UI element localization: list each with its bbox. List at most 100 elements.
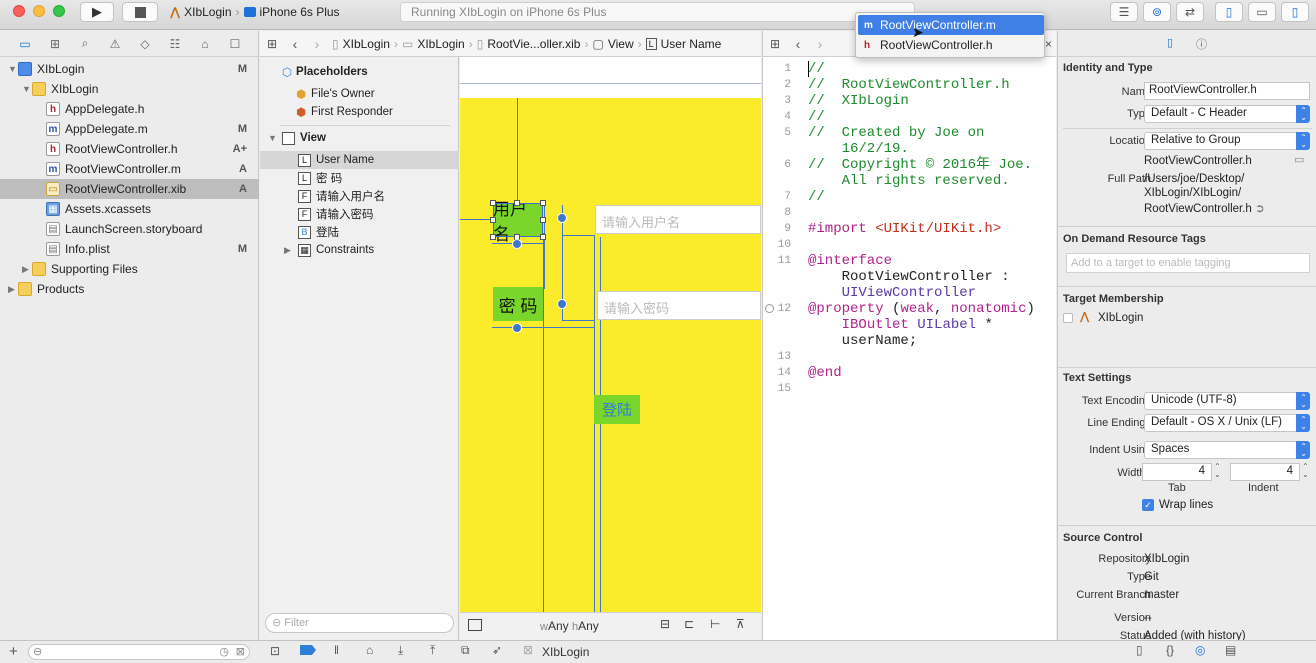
- menu-item-rootviewcontroller-m[interactable]: m RootViewController.m: [858, 15, 1044, 35]
- report-icon[interactable]: ☐: [220, 37, 250, 51]
- constraint-handle[interactable]: [557, 213, 567, 223]
- disclosure-open-icon[interactable]: ▼: [8, 64, 18, 74]
- code-snippet-icon[interactable]: {}: [1166, 643, 1174, 657]
- source-editor[interactable]: 1 // 2 // RootViewController.h 3 // XIbLogin 4…: [762, 57, 1056, 640]
- outline-item[interactable]: ▶ ▦ Constraints: [260, 241, 459, 259]
- navigator-filter-input[interactable]: ⊖ ◷ ⊠: [28, 644, 250, 660]
- jump-item-view[interactable]: ▢ View: [592, 37, 633, 51]
- file-tree-item[interactable]: ▭ RootViewController.xib A: [0, 179, 259, 199]
- step-in-icon[interactable]: ⤓: [398, 643, 403, 658]
- odr-tags-field[interactable]: Add to a target to enable tagging: [1066, 253, 1310, 273]
- file-tree-item[interactable]: ▤ LaunchScreen.storyboard: [0, 219, 259, 239]
- search-icon[interactable]: ⌕: [70, 36, 100, 51]
- step-out-icon[interactable]: ⤒: [430, 643, 435, 658]
- size-class-control[interactable]: wAny hAny: [540, 619, 599, 633]
- test-icon[interactable]: ◇: [130, 37, 160, 51]
- type-select[interactable]: Default - C Header ⌃ ⌄: [1144, 105, 1310, 123]
- disclosure-closed-icon[interactable]: ▶: [284, 245, 298, 256]
- close-icon[interactable]: ×: [1045, 37, 1052, 51]
- location-icon[interactable]: ➶: [492, 643, 502, 657]
- indent-using-select[interactable]: Spaces ⌃ ⌄: [1144, 441, 1310, 459]
- outline-files-owner[interactable]: ⬢ File's Owner: [260, 85, 459, 103]
- location-select[interactable]: Relative to Group ⌃ ⌄: [1144, 132, 1310, 150]
- constraint-handle[interactable]: [512, 323, 522, 333]
- toggle-utilities-button[interactable]: ▯: [1281, 2, 1309, 22]
- add-icon[interactable]: +: [9, 643, 18, 660]
- outline-item[interactable]: F 请输入密码: [260, 205, 459, 223]
- standard-editor-button[interactable]: ☰: [1110, 2, 1138, 22]
- password-field[interactable]: 请输入密码: [597, 291, 761, 320]
- outlet-connection-icon[interactable]: [765, 304, 774, 313]
- file-tree-item[interactable]: ▼ XIbLogin: [0, 79, 259, 99]
- recent-icon[interactable]: ◷: [219, 645, 229, 658]
- pause-icon[interactable]: ‖: [334, 643, 339, 657]
- menu-item-rootviewcontroller-h[interactable]: h RootViewController.h: [858, 35, 1044, 55]
- step-over-icon[interactable]: ⌂: [366, 643, 373, 657]
- symbol-icon[interactable]: ⊞: [40, 37, 70, 51]
- file-template-icon[interactable]: ▯: [1136, 643, 1143, 657]
- outline-item[interactable]: L User Name: [260, 151, 459, 169]
- jump-item-project[interactable]: ▯ XIbLogin: [332, 37, 390, 51]
- assistant-editor-button[interactable]: ⊚: [1143, 2, 1171, 22]
- hide-debug-icon[interactable]: ⊡: [270, 644, 280, 658]
- pin-icon[interactable]: ⊢: [710, 617, 720, 631]
- username-field[interactable]: 请输入用户名: [595, 205, 761, 234]
- zoom-window-button[interactable]: [53, 5, 65, 17]
- stop-button[interactable]: [122, 2, 158, 22]
- file-tree-item[interactable]: ▦ Assets.xcassets: [0, 199, 259, 219]
- disclosure-open-icon[interactable]: ▼: [22, 84, 32, 94]
- jump-item-label[interactable]: L User Name: [645, 37, 721, 51]
- align-icon[interactable]: ⊏: [684, 617, 694, 631]
- run-button[interactable]: ▶: [80, 2, 114, 22]
- password-label[interactable]: 密 码: [493, 287, 543, 321]
- object-library-icon[interactable]: ◎: [1195, 643, 1205, 657]
- outline-filter-input[interactable]: ⊖ Filter: [265, 613, 454, 633]
- file-tree-item[interactable]: ▶ Supporting Files: [0, 259, 259, 279]
- login-button[interactable]: 登陆: [594, 395, 640, 424]
- outline-item[interactable]: L密 码: [260, 169, 459, 187]
- quick-help-icon[interactable]: ⓘ: [1196, 36, 1207, 52]
- debug-icon[interactable]: ☷: [160, 37, 190, 51]
- warning-icon[interactable]: ⚠: [100, 37, 130, 51]
- minimize-window-button[interactable]: [33, 5, 45, 17]
- jump-item-file[interactable]: ▯ RootVie...oller.xib: [477, 37, 581, 51]
- file-tree-item[interactable]: m RootViewController.m A: [0, 159, 259, 179]
- line-endings-select[interactable]: Default - OS X / Unix (LF) ⌃ ⌄: [1144, 414, 1310, 432]
- related-items-icon[interactable]: ⊞: [763, 37, 787, 51]
- jump-item-group[interactable]: ▭ XIbLogin: [402, 37, 465, 51]
- folder-icon[interactable]: ▭: [10, 37, 40, 51]
- breakpoints-toggle-icon[interactable]: [300, 645, 316, 655]
- scheme-selector[interactable]: ⋀ XIbLogin › iPhone 6s Plus: [170, 2, 340, 22]
- resolve-icon[interactable]: ⊼: [736, 617, 745, 631]
- file-inspector-icon[interactable]: ▯: [1167, 36, 1173, 49]
- disclosure-closed-icon[interactable]: ▶: [22, 264, 32, 275]
- indent-width-stepper[interactable]: ⌃ ⌄: [1302, 463, 1309, 479]
- wrap-lines-checkbox[interactable]: ✓: [1142, 499, 1154, 511]
- encoding-select[interactable]: Unicode (UTF-8) ⌃ ⌄: [1144, 392, 1310, 410]
- back-icon[interactable]: ‹: [787, 36, 809, 52]
- view-debug-icon[interactable]: ⧉: [461, 643, 470, 658]
- constraint-handle[interactable]: [557, 299, 567, 309]
- forward-icon[interactable]: ›: [306, 36, 328, 52]
- file-tree-item[interactable]: h RootViewController.h A+: [0, 139, 259, 159]
- forward-icon[interactable]: ›: [809, 36, 831, 52]
- breakpoint-icon[interactable]: ⌂: [190, 37, 220, 51]
- disclosure-open-icon[interactable]: ▼: [268, 133, 282, 143]
- outline-item[interactable]: F 请输入用户名: [260, 187, 459, 205]
- outline-first-responder[interactable]: ⬢ First Responder: [260, 103, 459, 121]
- file-tree-item[interactable]: h AppDelegate.h: [0, 99, 259, 119]
- toggle-outline-icon[interactable]: [468, 619, 482, 631]
- constraint-handle[interactable]: [512, 239, 522, 249]
- file-tree-item[interactable]: ▼ XIbLogin M: [0, 59, 259, 79]
- disclosure-closed-icon[interactable]: ▶: [8, 284, 18, 295]
- toggle-debug-button[interactable]: ▭: [1248, 2, 1276, 22]
- ib-canvas[interactable]: 用户名 请输入用户名 密 码 请输入密码 登陆: [460, 57, 761, 612]
- version-editor-button[interactable]: ⇄: [1176, 2, 1204, 22]
- related-items-icon[interactable]: ⊞: [260, 37, 284, 51]
- back-icon[interactable]: ‹: [284, 36, 306, 52]
- folder-icon[interactable]: ▭: [1294, 153, 1304, 166]
- target-checkbox[interactable]: [1063, 313, 1073, 323]
- file-tree-item[interactable]: ▶ Products: [0, 279, 259, 299]
- file-tree-item[interactable]: m AppDelegate.m M: [0, 119, 259, 139]
- tab-width-stepper[interactable]: ⌃ ⌄: [1214, 463, 1221, 479]
